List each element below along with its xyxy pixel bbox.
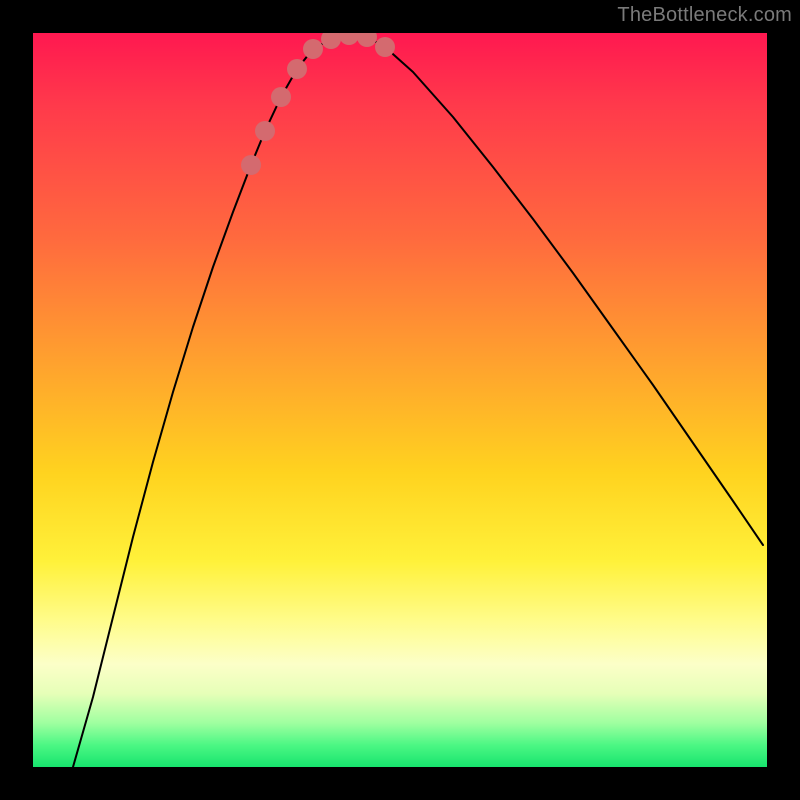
highlight-dot — [339, 33, 359, 45]
highlight-dot — [375, 37, 395, 57]
chart-plot-area — [33, 33, 767, 767]
highlight-dot — [357, 33, 377, 47]
watermark-label: TheBottleneck.com — [617, 4, 792, 27]
highlight-dot — [255, 121, 275, 141]
chart-frame: TheBottleneck.com — [0, 0, 800, 800]
highlight-dot — [287, 59, 307, 79]
highlight-dot — [241, 155, 261, 175]
curve-path — [73, 35, 763, 767]
chart-svg — [33, 33, 767, 767]
highlight-dot — [303, 39, 323, 59]
highlight-dot — [321, 33, 341, 49]
highlight-dot — [271, 87, 291, 107]
